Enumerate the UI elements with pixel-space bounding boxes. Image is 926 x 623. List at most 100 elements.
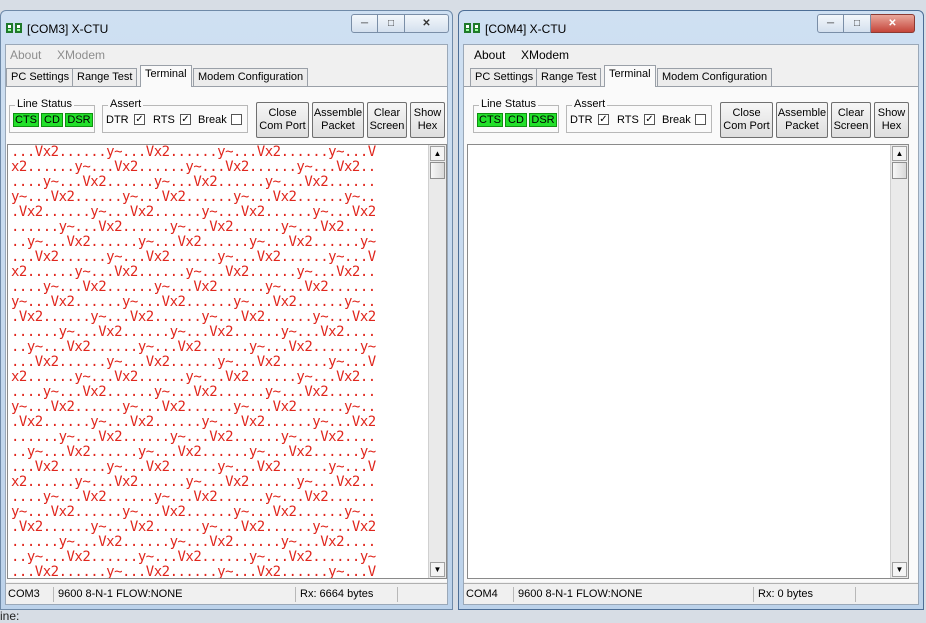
rts-checkbox[interactable]: ✓	[644, 114, 655, 125]
terminal-line: x2......y~...Vx2......y~...Vx2......y~..…	[11, 160, 376, 175]
minimize-button[interactable]: ─	[817, 14, 844, 33]
scroll-thumb[interactable]	[430, 162, 445, 179]
clear-screen-button[interactable]: Clear Screen	[831, 102, 871, 138]
dtr-checkbox[interactable]: ✓	[598, 114, 609, 125]
terminal-line: .Vx2......y~...Vx2......y~...Vx2......y~…	[11, 205, 376, 220]
terminal-line: ......y~...Vx2......y~...Vx2......y~...V…	[11, 220, 376, 235]
show-hex-button[interactable]: Show Hex	[410, 102, 445, 138]
terminal-line: ...Vx2......y~...Vx2......y~...Vx2......…	[11, 460, 376, 475]
break-label: Break	[198, 114, 227, 126]
maximize-button[interactable]: □	[844, 14, 871, 33]
terminal-line: y~...Vx2......y~...Vx2......y~...Vx2....…	[11, 190, 376, 205]
maximize-button[interactable]: □	[378, 14, 405, 33]
close-window-button[interactable]: ✕	[405, 14, 449, 33]
scroll-up-icon[interactable]: ▲	[430, 146, 445, 161]
title-bar[interactable]: [COM4] X-CTU ─ □ ✕	[459, 11, 923, 43]
menu-bar: About XModem	[6, 45, 447, 63]
menu-xmodem[interactable]: XModem	[521, 48, 569, 62]
terminal-output[interactable]: ...Vx2......y~...Vx2......y~...Vx2......…	[7, 144, 447, 579]
break-checkbox[interactable]	[695, 114, 706, 125]
terminal-output[interactable]: ▲ ▼	[467, 144, 909, 579]
status-settings: 9600 8-N-1 FLOW:NONE	[516, 587, 754, 602]
assert-label: Assert	[108, 98, 144, 110]
status-settings: 9600 8-N-1 FLOW:NONE	[56, 587, 296, 602]
tab-terminal[interactable]: Terminal	[604, 65, 656, 87]
tab-strip: PC Settings Range Test Terminal Modem Co…	[6, 65, 447, 87]
show-hex-button[interactable]: Show Hex	[874, 102, 909, 138]
rts-label: RTS	[153, 114, 175, 126]
terminal-line: ....y~...Vx2......y~...Vx2......y~...Vx2…	[11, 175, 376, 190]
assert-group: Assert DTR ✓ RTS ✓ Break	[566, 98, 712, 133]
rts-checkbox[interactable]: ✓	[180, 114, 191, 125]
app-icon	[464, 23, 480, 33]
line-status-label: Line Status	[15, 98, 75, 110]
scroll-thumb[interactable]	[892, 162, 907, 179]
tab-terminal[interactable]: Terminal	[140, 65, 192, 87]
break-checkbox[interactable]	[231, 114, 242, 125]
tab-strip: PC Settings Range Test Terminal Modem Co…	[464, 65, 918, 87]
client-area: About XModem PC Settings Range Test Term…	[463, 44, 919, 605]
terminal-line: ....y~...Vx2......y~...Vx2......y~...Vx2…	[11, 385, 376, 400]
terminal-panel: Line Status CTS CD DSR Assert DTR ✓ RTS …	[6, 86, 447, 582]
vertical-scrollbar[interactable]: ▲ ▼	[890, 145, 908, 578]
dtr-label: DTR	[570, 114, 593, 126]
tab-pc-settings[interactable]: PC Settings	[470, 68, 539, 86]
dtr-checkbox[interactable]: ✓	[134, 114, 145, 125]
minimize-button[interactable]: ─	[351, 14, 378, 33]
terminal-line: ......y~...Vx2......y~...Vx2......y~...V…	[11, 430, 376, 445]
desktop-text-fragment: ine:	[0, 609, 20, 623]
terminal-line: ....y~...Vx2......y~...Vx2......y~...Vx2…	[11, 280, 376, 295]
terminal-line: y~...Vx2......y~...Vx2......y~...Vx2....…	[11, 400, 376, 415]
terminal-line: ..y~...Vx2......y~...Vx2......y~...Vx2..…	[11, 445, 376, 460]
assemble-packet-button[interactable]: Assemble Packet	[312, 102, 364, 138]
dsr-indicator: DSR	[65, 113, 93, 127]
rts-label: RTS	[617, 114, 639, 126]
terminal-line: ..y~...Vx2......y~...Vx2......y~...Vx2..…	[11, 235, 376, 250]
close-com-port-button[interactable]: Close Com Port	[720, 102, 773, 138]
tab-range-test[interactable]: Range Test	[536, 68, 602, 86]
terminal-line: y~...Vx2......y~...Vx2......y~...Vx2....…	[11, 295, 376, 310]
tab-range-test[interactable]: Range Test	[72, 68, 138, 86]
tab-pc-settings[interactable]: PC Settings	[6, 68, 75, 86]
terminal-line: x2......y~...Vx2......y~...Vx2......y~..…	[11, 370, 376, 385]
terminal-panel: Line Status CTS CD DSR Assert DTR ✓ RTS …	[464, 86, 918, 582]
scroll-down-icon[interactable]: ▼	[892, 562, 907, 577]
tab-modem-configuration[interactable]: Modem Configuration	[193, 68, 309, 86]
status-port: COM4	[464, 587, 514, 602]
terminal-line: y~...Vx2......y~...Vx2......y~...Vx2....…	[11, 505, 376, 520]
assert-group: Assert DTR ✓ RTS ✓ Break	[102, 98, 248, 133]
window-title: [COM3] X-CTU	[27, 22, 109, 36]
window-title: [COM4] X-CTU	[485, 22, 567, 36]
status-port: COM3	[6, 587, 54, 602]
app-icon	[6, 23, 22, 33]
vertical-scrollbar[interactable]: ▲ ▼	[428, 145, 446, 578]
window-com4: [COM4] X-CTU ─ □ ✕ About XModem PC Setti…	[458, 10, 924, 610]
scroll-up-icon[interactable]: ▲	[892, 146, 907, 161]
menu-xmodem[interactable]: XModem	[57, 48, 105, 62]
cd-indicator: CD	[41, 113, 63, 127]
title-bar[interactable]: [COM3] X-CTU ─ □ ✕	[1, 11, 452, 43]
dtr-label: DTR	[106, 114, 129, 126]
status-bar: COM3 9600 8-N-1 FLOW:NONE Rx: 6664 bytes	[6, 583, 447, 604]
terminal-line: .Vx2......y~...Vx2......y~...Vx2......y~…	[11, 415, 376, 430]
dsr-indicator: DSR	[529, 113, 557, 127]
status-rx: Rx: 6664 bytes	[298, 587, 398, 602]
menu-about[interactable]: About	[10, 48, 41, 62]
cts-indicator: CTS	[477, 113, 503, 127]
terminal-line: ...Vx2......y~...Vx2......y~...Vx2......…	[11, 565, 376, 579]
scroll-down-icon[interactable]: ▼	[430, 562, 445, 577]
clear-screen-button[interactable]: Clear Screen	[367, 102, 407, 138]
close-window-button[interactable]: ✕	[871, 14, 915, 33]
tab-modem-configuration[interactable]: Modem Configuration	[657, 68, 773, 86]
status-rx: Rx: 0 bytes	[756, 587, 856, 602]
assemble-packet-button[interactable]: Assemble Packet	[776, 102, 828, 138]
terminal-line: ....y~...Vx2......y~...Vx2......y~...Vx2…	[11, 490, 376, 505]
terminal-line: ...Vx2......y~...Vx2......y~...Vx2......…	[11, 355, 376, 370]
menu-bar: About XModem	[464, 45, 918, 63]
status-bar: COM4 9600 8-N-1 FLOW:NONE Rx: 0 bytes	[464, 583, 918, 604]
terminal-line: x2......y~...Vx2......y~...Vx2......y~..…	[11, 265, 376, 280]
close-com-port-button[interactable]: Close Com Port	[256, 102, 309, 138]
client-area: About XModem PC Settings Range Test Term…	[5, 44, 448, 605]
menu-about[interactable]: About	[474, 48, 505, 62]
terminal-line: ...Vx2......y~...Vx2......y~...Vx2......…	[11, 250, 376, 265]
